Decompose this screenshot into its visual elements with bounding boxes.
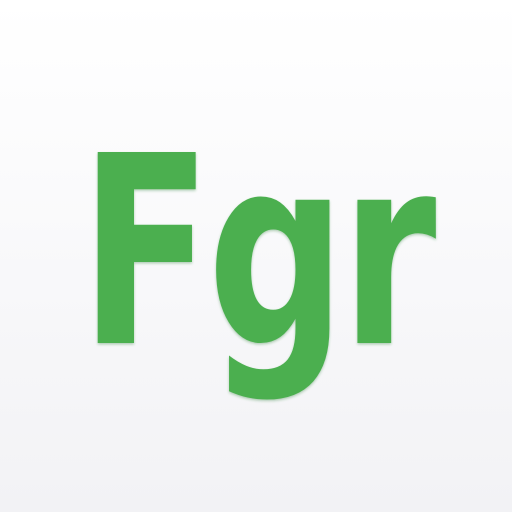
logo-wordmark-graphic: Fgr [80,100,444,405]
app-logo: Fgr [0,0,512,512]
logo-wordmark-text: Fgr [80,100,438,405]
